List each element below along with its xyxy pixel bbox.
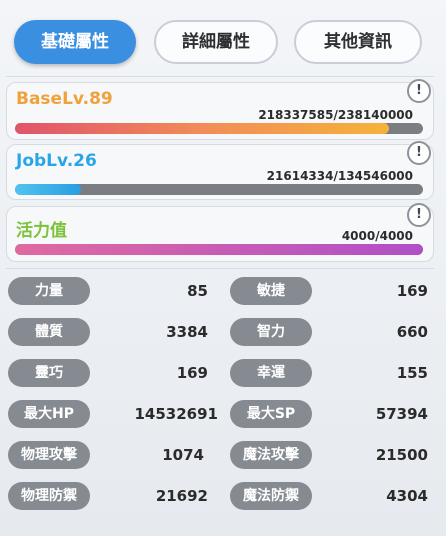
job-exp-value: 21614334/134546000 [266, 169, 413, 183]
base-exp-bar [15, 123, 423, 134]
stat-value: 169 [176, 364, 208, 382]
status-panel: 基礎屬性 詳細屬性 其他資訊 BaseLv.89 218337585/23814… [0, 0, 446, 536]
base-exp-bar-fill [15, 123, 390, 134]
stat-label: 物理防禦 [8, 482, 90, 510]
stat-row-maxhp: 最大HP 14532691 [8, 400, 218, 428]
divider [6, 268, 434, 269]
tab-basic-attributes[interactable]: 基礎屬性 [14, 20, 136, 64]
stat-value: 155 [396, 364, 428, 382]
stat-value: 21500 [375, 446, 428, 464]
job-level-label: JobLv.26 [16, 151, 97, 171]
stat-value: 169 [396, 282, 428, 300]
stat-row-mdef: 魔法防禦 4304 [230, 482, 428, 510]
stat-value: 21692 [155, 487, 208, 505]
stat-label: 力量 [8, 277, 90, 305]
stat-label: 靈巧 [8, 359, 90, 387]
stat-row-agi: 敏捷 169 [230, 277, 428, 305]
vitality-value: 4000/4000 [341, 229, 413, 243]
stat-row-luk: 幸運 155 [230, 359, 428, 387]
stat-value: 3384 [166, 323, 208, 341]
base-exp-value: 218337585/238140000 [258, 108, 413, 122]
stat-label: 最大SP [230, 400, 312, 428]
base-info-icon[interactable]: ! [407, 79, 431, 103]
stat-label: 幸運 [230, 359, 312, 387]
divider [6, 76, 434, 77]
stat-row-patk: 物理攻擊 1074 [8, 441, 204, 469]
stat-value: 57394 [375, 405, 428, 423]
stat-label: 智力 [230, 318, 312, 346]
job-info-icon[interactable]: ! [407, 141, 431, 165]
stat-label: 敏捷 [230, 277, 312, 305]
stat-row-dex: 靈巧 169 [8, 359, 208, 387]
stat-row-maxsp: 最大SP 57394 [230, 400, 428, 428]
vitality-bar-fill [15, 244, 423, 255]
job-exp-bar-fill [15, 184, 81, 195]
stat-row-matk: 魔法攻擊 21500 [230, 441, 428, 469]
stat-label: 魔法防禦 [230, 482, 312, 510]
stat-value: 85 [187, 282, 208, 300]
stat-row-str: 力量 85 [8, 277, 208, 305]
stat-row-int: 智力 660 [230, 318, 428, 346]
stat-label: 最大HP [8, 400, 90, 428]
stat-label: 物理攻擊 [8, 441, 90, 469]
vitality-bar [15, 244, 423, 255]
stat-row-vit: 體質 3384 [8, 318, 208, 346]
stat-value: 14532691 [134, 405, 219, 423]
job-exp-bar [15, 184, 423, 195]
tab-other-info[interactable]: 其他資訊 [294, 20, 422, 64]
stat-value: 660 [396, 323, 428, 341]
stat-label: 體質 [8, 318, 90, 346]
stat-value: 4304 [386, 487, 428, 505]
vitality-label: 活力值 [16, 221, 67, 241]
base-level-card: BaseLv.89 218337585/238140000 ! [6, 79, 434, 140]
stat-row-pdef: 物理防禦 21692 [8, 482, 208, 510]
vitality-card: 活力值 4000/4000 ! [6, 203, 434, 262]
base-level-label: BaseLv.89 [16, 89, 113, 109]
stat-label: 魔法攻擊 [230, 441, 312, 469]
tab-detailed-attributes[interactable]: 詳細屬性 [154, 20, 278, 64]
job-level-card: JobLv.26 21614334/134546000 ! [6, 141, 434, 200]
stat-value: 1074 [162, 446, 204, 464]
vitality-info-icon[interactable]: ! [407, 203, 431, 227]
